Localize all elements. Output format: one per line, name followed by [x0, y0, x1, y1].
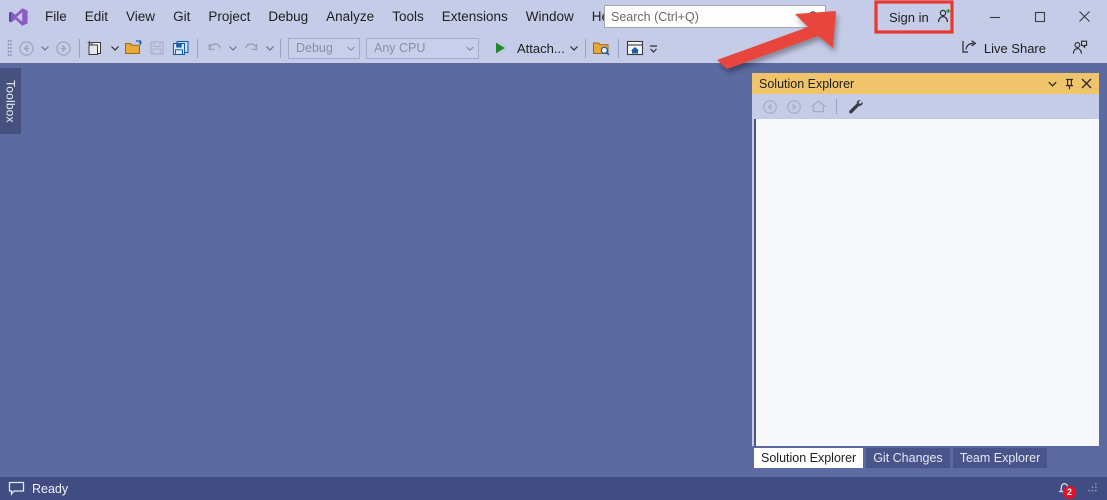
live-share-button[interactable]: Live Share	[956, 36, 1051, 60]
menu-item-window[interactable]: Window	[517, 0, 583, 33]
solution-configuration-value: Debug	[296, 41, 333, 55]
toolbar-separator	[197, 38, 198, 58]
magnifier-icon	[803, 10, 825, 24]
close-button[interactable]	[1062, 0, 1107, 33]
run-play-icon[interactable]	[488, 36, 512, 60]
toolbar-separator	[584, 38, 586, 58]
toolbar-separator	[79, 38, 80, 58]
back-circle-icon[interactable]	[759, 96, 781, 117]
toolbar-separator	[280, 38, 281, 58]
menu-item-tools[interactable]: Tools	[383, 0, 433, 33]
wrench-icon[interactable]	[844, 96, 866, 117]
window-home-icon[interactable]	[623, 36, 647, 60]
live-share-icon	[961, 39, 978, 57]
menu-item-file[interactable]: File	[36, 0, 76, 33]
toolbox-tab-label: Toolbox	[3, 79, 18, 123]
solution-configuration-combo[interactable]: Debug	[288, 37, 360, 59]
add-person-icon	[936, 8, 952, 27]
pin-icon[interactable]	[1061, 74, 1078, 93]
solution-platform-value: Any CPU	[374, 41, 426, 55]
live-share-label: Live Share	[983, 40, 1046, 56]
solution-explorer-content[interactable]	[754, 119, 1099, 446]
toolbar-separator	[617, 38, 619, 58]
sign-in-button[interactable]: Sign in	[880, 5, 961, 29]
attach-label[interactable]: Attach...	[512, 41, 568, 56]
forward-circle-icon[interactable]	[783, 96, 805, 117]
tab-git-changes[interactable]: Git Changes	[866, 448, 950, 468]
navigate-back-icon[interactable]	[14, 36, 38, 60]
status-text: Ready	[32, 481, 69, 496]
chevron-down-icon	[462, 46, 478, 51]
send-feedback-icon[interactable]	[1065, 36, 1093, 60]
bell-icon[interactable]: 2	[1053, 479, 1076, 499]
bell-badge-count: 2	[1063, 485, 1076, 499]
menu-item-view[interactable]: View	[117, 0, 164, 33]
attach-dropdown[interactable]	[568, 36, 581, 60]
visual-studio-window: File Edit View Git Project Debug Analyze…	[0, 0, 1107, 500]
solution-explorer-header: Solution Explorer	[752, 73, 1099, 94]
toolbar-separator	[836, 99, 837, 114]
menu-item-edit[interactable]: Edit	[76, 0, 117, 33]
window-controls	[972, 0, 1107, 33]
redo-dropdown[interactable]	[263, 36, 276, 60]
solution-explorer-title: Solution Explorer	[759, 76, 855, 91]
save-all-icon[interactable]	[169, 36, 193, 60]
visual-studio-logo-icon	[0, 0, 36, 33]
menu-item-debug[interactable]: Debug	[259, 0, 317, 33]
search-input[interactable]	[605, 9, 803, 24]
open-file-icon[interactable]	[121, 36, 145, 60]
resize-grip-icon[interactable]	[1085, 481, 1101, 497]
navigate-forward-icon[interactable]	[51, 36, 75, 60]
new-project-dropdown[interactable]	[108, 36, 121, 60]
redo-icon[interactable]	[239, 36, 263, 60]
toolbar-overflow-icon[interactable]	[647, 36, 660, 60]
menu-item-analyze[interactable]: Analyze	[317, 0, 383, 33]
solution-explorer-panel: Solution Explorer Solution Explorer Git …	[752, 73, 1099, 468]
home-icon[interactable]	[807, 96, 829, 117]
tab-solution-explorer[interactable]: Solution Explorer	[754, 448, 864, 468]
status-bar-right: 2	[1053, 479, 1107, 499]
menu-item-git[interactable]: Git	[164, 0, 199, 33]
solution-explorer-tabstrip: Solution Explorer Git Changes Team Explo…	[752, 446, 1099, 468]
undo-dropdown[interactable]	[226, 36, 239, 60]
undo-icon[interactable]	[202, 36, 226, 60]
close-icon[interactable]	[1078, 74, 1095, 93]
navigate-back-dropdown[interactable]	[38, 36, 51, 60]
tab-team-explorer[interactable]: Team Explorer	[952, 448, 1048, 468]
chevron-down-icon	[343, 46, 359, 51]
minimize-button[interactable]	[972, 0, 1017, 33]
status-bar: Ready 2	[0, 477, 1107, 500]
menu-item-extensions[interactable]: Extensions	[433, 0, 517, 33]
notification-balloon-icon	[0, 481, 32, 496]
new-project-icon[interactable]	[84, 36, 108, 60]
maximize-button[interactable]	[1017, 0, 1062, 33]
find-in-files-icon[interactable]	[590, 36, 614, 60]
search-box[interactable]	[604, 5, 826, 28]
chevron-down-icon[interactable]	[1044, 74, 1061, 93]
save-icon[interactable]	[145, 36, 169, 60]
solution-platform-combo[interactable]: Any CPU	[366, 37, 479, 59]
standard-toolbar: Debug Any CPU Attach... Live Share	[0, 33, 1107, 63]
solution-explorer-toolbar	[752, 94, 1099, 119]
toolbar-grip[interactable]	[4, 38, 14, 58]
menu-bar: File Edit View Git Project Debug Analyze…	[36, 0, 629, 33]
title-bar: File Edit View Git Project Debug Analyze…	[0, 0, 1107, 33]
sign-in-label: Sign in	[889, 9, 929, 25]
toolbox-tab[interactable]: Toolbox	[0, 68, 21, 134]
menu-item-project[interactable]: Project	[199, 0, 259, 33]
